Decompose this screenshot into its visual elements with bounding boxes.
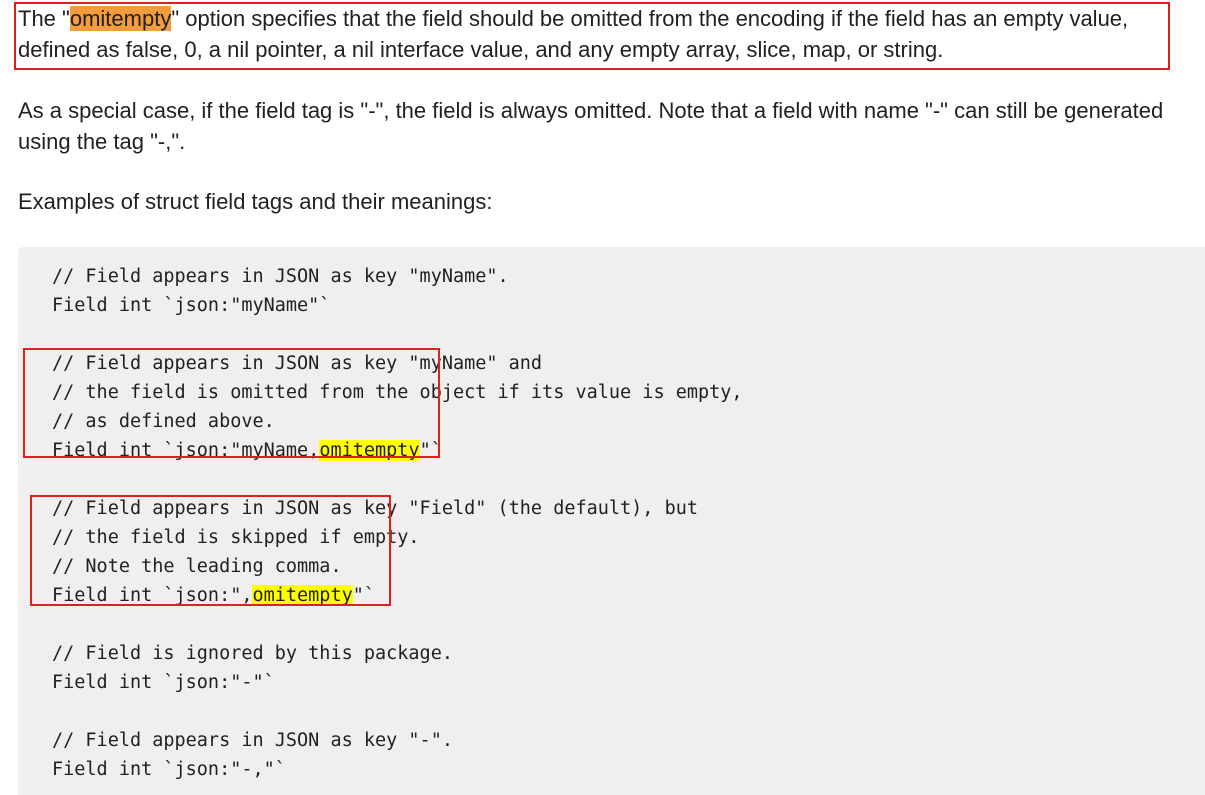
- code-comment: // Field appears in JSON as key "myName"…: [52, 353, 543, 374]
- code-line: Field int `json:"myName,omitempty"`: [52, 436, 442, 465]
- omitempty-description: The "omitempty" option specifies that th…: [18, 3, 1168, 65]
- omitempty-code-highlight: omitempty: [252, 585, 353, 606]
- code-text: Field int `json:",: [52, 585, 253, 606]
- omitempty-after: " option specifies that the field should…: [18, 6, 1129, 62]
- code-comment: // as defined above.: [52, 411, 275, 432]
- code-line: Field int `json:"-,"`: [52, 759, 286, 780]
- code-line: Field int `json:",omitempty"`: [52, 581, 375, 610]
- omitempty-code-highlight: omitempty: [319, 440, 420, 461]
- code-text: "`: [419, 440, 442, 461]
- examples-intro: Examples of struct field tags and their …: [18, 189, 493, 214]
- code-text: "`: [352, 585, 376, 606]
- special-case-paragraph: As a special case, if the field tag is "…: [18, 98, 1164, 154]
- omitempty-highlight: omitempty: [69, 6, 172, 31]
- code-comment: // Field appears in JSON as key "Field" …: [52, 498, 699, 519]
- code-comment: // Field appears in JSON as key "-".: [52, 730, 453, 751]
- code-text: Field int `json:"myName,: [52, 440, 320, 461]
- code-comment: // the field is skipped if empty.: [52, 527, 420, 548]
- code-line: Field int `json:"myName"`: [52, 295, 331, 316]
- code-comment: // the field is omitted from the object …: [52, 382, 743, 403]
- code-block: // Field appears in JSON as key "myName"…: [18, 247, 1205, 795]
- code-comment: // Field appears in JSON as key "myName"…: [52, 266, 509, 287]
- code-comment: // Note the leading comma.: [52, 556, 342, 577]
- omitempty-before: The ": [18, 6, 70, 31]
- code-line: Field int `json:"-"`: [52, 672, 275, 693]
- code-comment: // Field is ignored by this package.: [52, 643, 453, 664]
